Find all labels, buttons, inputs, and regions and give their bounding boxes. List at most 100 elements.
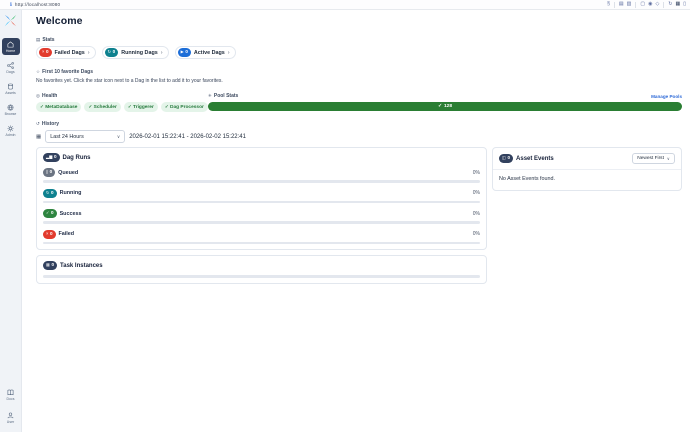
dag-runs-row-success[interactable]: ✓ 0 Success 0%	[43, 209, 480, 224]
browse-icon	[7, 104, 14, 111]
calendar-icon: ▦	[36, 134, 41, 140]
check-icon: ✓	[88, 104, 92, 110]
favorites-empty-message: No favorites yet. Click the star icon ne…	[36, 78, 682, 84]
grid-icon[interactable]: ▦	[676, 2, 681, 7]
failed-progress-bar	[43, 242, 480, 245]
asset-events-panel: ◫ 0 Asset Events Newest First ∨ No Asset…	[492, 147, 682, 191]
check-icon: ✓	[438, 104, 442, 109]
health-pools-row: ◎ Health ✓ MetaDatabase ✓ Scheduler ✓ Tr…	[36, 93, 682, 112]
link-icon[interactable]: §	[607, 2, 610, 7]
task-instances-panel: ▦ 0 Task Instances	[36, 255, 487, 284]
diamond-icon[interactable]: ◇	[655, 2, 659, 7]
chevron-right-icon: ›	[228, 50, 230, 56]
x-icon: ×	[46, 232, 48, 236]
home-icon	[7, 41, 14, 48]
check-icon: ✓	[165, 104, 169, 110]
sync-icon[interactable]: ↻	[668, 2, 672, 7]
sidebar-item-user[interactable]: User	[2, 409, 20, 426]
asset-events-empty-message: No Asset Events found.	[493, 170, 681, 190]
date-range-text: 2026-02-01 15:22:41 - 2026-02-02 15:22:4…	[129, 134, 246, 140]
running-count-badge: ↻ 0	[105, 48, 119, 57]
running-progress-bar	[43, 201, 480, 204]
copy-icon[interactable]: ▥	[627, 2, 632, 7]
sidebar-item-browse[interactable]: Browse	[2, 101, 20, 118]
failed-count-badge: × 0	[39, 48, 52, 57]
sidebar-item-admin[interactable]: Admin	[2, 122, 20, 139]
active-count-badge: ▶ 0	[178, 48, 191, 57]
right-panel-column: ◫ 0 Asset Events Newest First ∨ No Asset…	[492, 147, 682, 191]
health-dag-processor-pill[interactable]: ✓ Dag Processor	[161, 102, 208, 112]
admin-gear-icon	[7, 125, 14, 132]
window-icon[interactable]: ▤	[619, 2, 624, 7]
airflow-logo[interactable]	[4, 14, 17, 27]
sidebar-item-label: Home	[6, 49, 15, 53]
browser-toolbar: ℹ http://localhost:8080 § ▤ ▥ ▢ ◉ ◇ ↻ ▦ …	[0, 0, 690, 10]
asset-icon: ◫	[502, 156, 506, 160]
chevron-down-icon: ∨	[117, 134, 120, 140]
queued-count-badge: ∥ 0	[43, 168, 55, 177]
check-icon: ✓	[128, 104, 132, 110]
pool-open-slots-count: 128	[444, 104, 452, 109]
pool-open-slots-bar[interactable]: ✓ 128	[208, 102, 682, 111]
health-icon: ◎	[36, 93, 40, 99]
sidebar-item-label: Browse	[5, 112, 17, 116]
queued-progress-bar	[43, 180, 480, 183]
pool-section-label: ✳ Pool Stats	[208, 93, 238, 99]
bulb-icon[interactable]: ◉	[648, 2, 652, 7]
running-icon: ↻	[46, 191, 50, 195]
info-icon[interactable]: ℹ	[10, 2, 12, 8]
active-dags-button[interactable]: ▶ 0 Active Dags ›	[175, 46, 236, 59]
chevron-right-icon: ›	[88, 50, 90, 56]
health-section-label: ◎ Health	[36, 93, 208, 99]
running-count-badge: ↻ 0	[43, 189, 57, 198]
health-metadatabase-pill[interactable]: ✓ MetaDatabase	[36, 102, 81, 112]
sidebar-item-label: Admin	[6, 133, 16, 137]
sidebar-item-assets[interactable]: Assets	[2, 80, 20, 97]
queued-percent: 0%	[473, 170, 480, 176]
running-dags-button[interactable]: ↻ 0 Running Dags ›	[102, 46, 169, 59]
docs-book-icon	[7, 389, 14, 396]
health-label: Health	[42, 93, 57, 99]
task-instances-total-badge: ▦ 0	[43, 261, 57, 270]
dag-runs-header: ▂▆ 0 Dag Runs	[43, 153, 480, 162]
dag-runs-row-failed[interactable]: × 0 Failed 0%	[43, 230, 480, 245]
chevron-down-icon: ∨	[667, 156, 670, 161]
dag-runs-title: Dag Runs	[63, 155, 91, 161]
sidebar-item-label: Docs	[7, 397, 15, 401]
message-icon[interactable]: ▢	[640, 2, 645, 7]
running-icon: ↻	[108, 50, 112, 54]
favorites-label: First 10 favorite Dags	[42, 69, 93, 75]
time-range-select[interactable]: Last 24 Hours ∨	[45, 130, 125, 143]
sidebar: Home Dags Assets Browse Admin Docs User	[0, 10, 22, 432]
check-icon: ✓	[46, 211, 50, 215]
task-instances-title: Task Instances	[60, 263, 103, 269]
sidebar-item-label: User	[7, 420, 14, 424]
sidebar-item-label: Dags	[6, 70, 14, 74]
star-icon: ☆	[36, 69, 40, 75]
url-text[interactable]: http://localhost:8080	[15, 2, 60, 7]
health-triggerer-pill[interactable]: ✓ Triggerer	[124, 102, 158, 112]
sidebar-bottom: Docs User	[0, 386, 21, 426]
stats-row: × 0 Failed Dags › ↻ 0 Running Dags › ▶ 0…	[36, 46, 682, 59]
dashboard-panels: ▂▆ 0 Dag Runs ∥ 0 Queued	[36, 147, 682, 284]
panel-icon[interactable]: ▯	[683, 2, 686, 7]
asset-events-sort-select[interactable]: Newest First ∨	[632, 153, 675, 164]
dag-runs-row-running[interactable]: ↻ 0 Running 0%	[43, 189, 480, 204]
failed-percent: 0%	[473, 231, 480, 237]
stats-label: Stats	[42, 37, 54, 43]
sidebar-item-home[interactable]: Home	[2, 38, 20, 55]
sidebar-item-dags[interactable]: Dags	[2, 59, 20, 76]
failed-dags-button[interactable]: × 0 Failed Dags ›	[36, 46, 96, 59]
pause-icon: ∥	[46, 170, 48, 174]
sidebar-item-docs[interactable]: Docs	[2, 386, 20, 403]
asset-events-header: ◫ 0 Asset Events Newest First ∨	[493, 148, 681, 170]
dag-runs-row-queued[interactable]: ∥ 0 Queued 0%	[43, 168, 480, 183]
history-icon: ↺	[36, 121, 40, 127]
grid-icon: ▦	[46, 263, 50, 267]
toolbar-icon-group: § ▤ ▥ ▢ ◉ ◇ ↻ ▦ ▯	[607, 2, 686, 8]
running-percent: 0%	[473, 190, 480, 196]
success-count-badge: ✓ 0	[43, 209, 57, 218]
manage-pools-link[interactable]: Manage Pools	[651, 94, 682, 99]
task-instances-header: ▦ 0 Task Instances	[43, 261, 480, 270]
health-scheduler-pill[interactable]: ✓ Scheduler	[84, 102, 120, 112]
